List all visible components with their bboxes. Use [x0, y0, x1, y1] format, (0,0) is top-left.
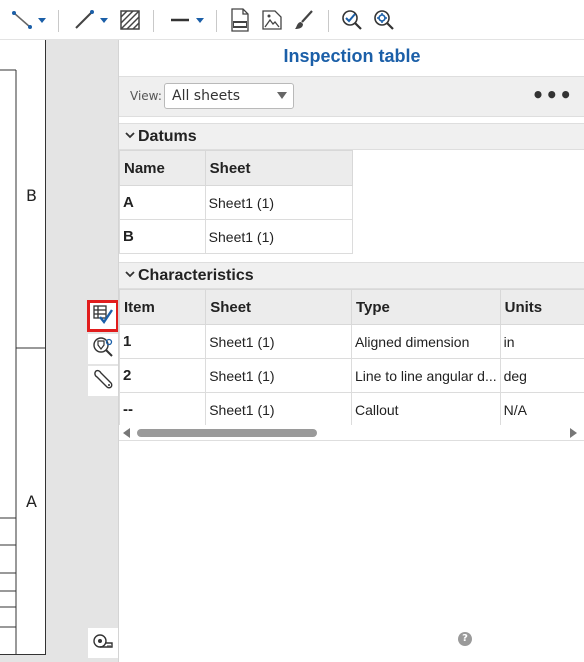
table-header-row: Name Sheet	[119, 150, 354, 186]
brush-icon[interactable]	[292, 8, 316, 32]
type-cell: Callout	[350, 392, 501, 427]
wrench-button[interactable]	[88, 366, 118, 396]
zone-label-b: B	[26, 186, 37, 205]
item-cell: --	[118, 392, 207, 427]
inspection-settings-icon[interactable]	[372, 8, 396, 32]
table-row[interactable]: B Sheet1 (1)	[119, 219, 354, 254]
table-row[interactable]: A Sheet1 (1)	[119, 185, 354, 220]
view-bar: View: All sheets •••	[119, 76, 584, 117]
balloon-settings-icon	[92, 336, 114, 362]
drawing-sheet: B A	[0, 40, 46, 655]
datum-name: A	[119, 185, 206, 220]
help-icon[interactable]: ?	[458, 632, 472, 646]
view-label: View:	[130, 89, 162, 103]
column-header-units[interactable]: Units	[499, 289, 584, 325]
panel-title: Inspection table	[283, 46, 421, 66]
datums-heading: Datums	[138, 128, 197, 145]
dropdown-caret-icon[interactable]	[98, 8, 110, 32]
view-select[interactable]: All sheets	[164, 83, 294, 109]
datums-table: Name Sheet A Sheet1 (1) B Sheet1 (1)	[119, 150, 354, 254]
table-header-row: Item Sheet Type Units	[118, 289, 584, 325]
characteristics-section-header[interactable]: Characteristics	[119, 262, 584, 289]
scroll-left-icon[interactable]	[123, 428, 130, 438]
tape-measure-button[interactable]	[88, 628, 118, 658]
item-cell: 2	[118, 358, 207, 393]
sheet-cell: Sheet1 (1)	[205, 392, 352, 427]
chevron-down-icon	[125, 268, 135, 282]
scroll-right-icon[interactable]	[570, 428, 577, 438]
toolbar-divider	[328, 10, 329, 32]
table-row[interactable]: 1 Sheet1 (1) Aligned dimension in	[118, 324, 584, 359]
horizontal-scrollbar[interactable]	[119, 425, 584, 441]
column-header-name[interactable]: Name	[119, 150, 206, 186]
connector-line-icon[interactable]	[10, 8, 34, 32]
select-caret-icon	[277, 92, 287, 99]
toolbar	[0, 0, 584, 40]
column-header-item[interactable]: Item	[118, 289, 207, 325]
more-menu-icon[interactable]: •••	[532, 83, 573, 107]
type-cell: Aligned dimension	[350, 324, 501, 359]
sheet-cell: Sheet1 (1)	[205, 358, 352, 393]
datum-sheet: Sheet1 (1)	[204, 185, 354, 220]
balloon-settings-button[interactable]	[88, 334, 118, 364]
hatch-icon[interactable]	[118, 8, 142, 32]
characteristics-heading: Characteristics	[138, 267, 254, 284]
scrollbar-thumb[interactable]	[137, 429, 317, 437]
zone-label-a: A	[26, 492, 37, 511]
datum-sheet: Sheet1 (1)	[204, 219, 354, 254]
characteristics-table: Item Sheet Type Units 1 Sheet1 (1) Align…	[118, 289, 584, 427]
toolbar-divider	[58, 10, 59, 32]
item-cell: 1	[118, 324, 207, 359]
inspection-table-button[interactable]	[87, 300, 119, 332]
export-dxf-icon[interactable]	[229, 8, 251, 32]
toolbar-divider	[216, 10, 217, 32]
inspection-table-icon	[92, 303, 114, 329]
column-header-sheet[interactable]: Sheet	[204, 150, 354, 186]
inspection-check-icon[interactable]	[340, 8, 364, 32]
inspection-table-panel: Inspection table View: All sheets ••• Da…	[118, 40, 584, 662]
units-cell: N/A	[499, 392, 584, 427]
line-icon[interactable]	[72, 8, 96, 32]
wrench-icon	[92, 368, 114, 394]
table-row[interactable]: -- Sheet1 (1) Callout N/A	[118, 392, 584, 427]
insert-image-icon[interactable]	[260, 8, 284, 32]
datums-section-header[interactable]: Datums	[119, 123, 584, 150]
drawing-canvas[interactable]: B A	[0, 40, 88, 662]
line-weight-icon[interactable]	[168, 8, 192, 32]
dropdown-caret-icon[interactable]	[194, 8, 206, 32]
table-row[interactable]: 2 Sheet1 (1) Line to line angular d... d…	[118, 358, 584, 393]
dropdown-caret-icon[interactable]	[36, 8, 48, 32]
units-cell: in	[499, 324, 584, 359]
toolbar-divider	[153, 10, 154, 32]
sheet-cell: Sheet1 (1)	[205, 324, 352, 359]
chevron-down-icon	[125, 129, 135, 143]
view-select-value: All sheets	[172, 88, 240, 104]
column-header-type[interactable]: Type	[350, 289, 501, 325]
column-header-sheet[interactable]: Sheet	[205, 289, 352, 325]
units-cell: deg	[499, 358, 584, 393]
type-cell: Line to line angular d...	[350, 358, 501, 393]
datum-name: B	[119, 219, 206, 254]
tape-measure-icon	[92, 630, 114, 656]
